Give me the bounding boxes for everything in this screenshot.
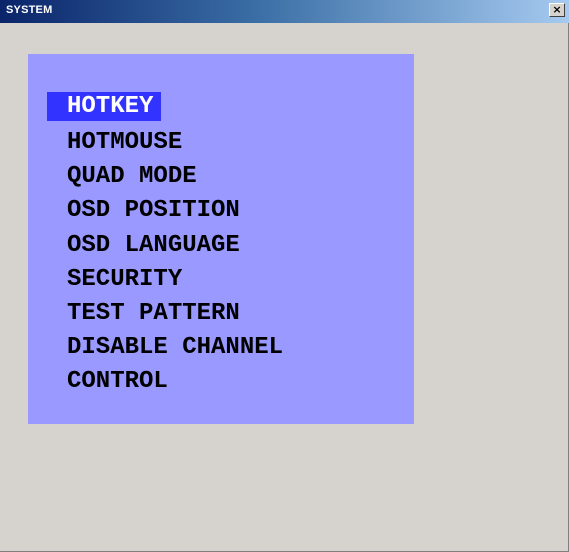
- window-title: SYSTEM: [6, 4, 53, 16]
- osd-menu-list: HOTKEY HOTMOUSE QUAD MODE OSD POSITION O…: [47, 92, 283, 400]
- menu-item-control[interactable]: CONTROL: [47, 365, 283, 399]
- title-bar[interactable]: SYSTEM ×: [0, 0, 569, 23]
- menu-item-osd-position[interactable]: OSD POSITION: [47, 194, 283, 228]
- menu-item-disable-channel[interactable]: DISABLE CHANNEL: [47, 331, 283, 365]
- menu-item-osd-language[interactable]: OSD LANGUAGE: [47, 229, 283, 263]
- osd-menu-panel: HOTKEY HOTMOUSE QUAD MODE OSD POSITION O…: [28, 54, 414, 424]
- menu-item-hotkey: HOTKEY: [47, 92, 283, 126]
- system-window: SYSTEM × HOTKEY HOTMOUSE QUAD MODE OSD P…: [0, 0, 569, 552]
- menu-item-security[interactable]: SECURITY: [47, 263, 283, 297]
- menu-item-test-pattern[interactable]: TEST PATTERN: [47, 297, 283, 331]
- close-button[interactable]: ×: [549, 3, 565, 17]
- menu-item-hotmouse[interactable]: HOTMOUSE: [47, 126, 283, 160]
- menu-item-label[interactable]: HOTKEY: [47, 92, 162, 121]
- close-icon: ×: [552, 3, 562, 16]
- menu-item-quad-mode[interactable]: QUAD MODE: [47, 160, 283, 194]
